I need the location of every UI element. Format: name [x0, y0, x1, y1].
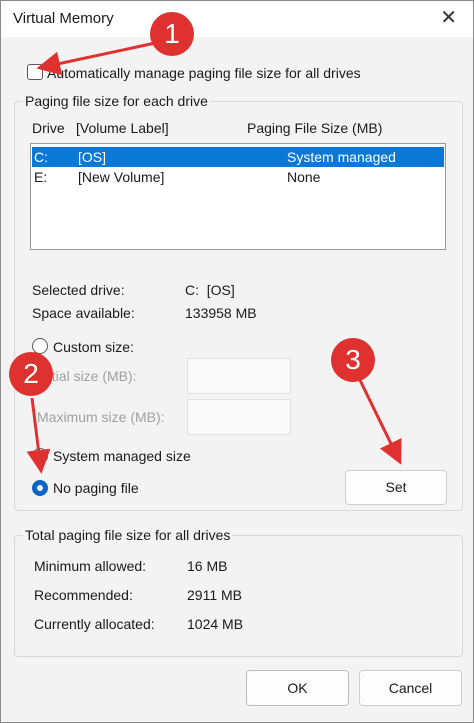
selected-drive-label: Selected drive: — [32, 282, 125, 298]
currently-allocated-label: Currently allocated: — [34, 616, 155, 632]
initial-size-input[interactable] — [187, 358, 291, 394]
step-1-badge: 1 — [150, 12, 194, 56]
drives-list[interactable]: C: [OS] System managed E: [New Volume] N… — [30, 143, 446, 250]
col-paging-size-header: Paging File Size (MB) — [247, 120, 383, 136]
close-icon[interactable]: ✕ — [440, 5, 457, 30]
custom-size-label[interactable]: Custom size: — [53, 339, 134, 355]
window-title: Virtual Memory — [13, 10, 114, 27]
system-managed-radio[interactable] — [32, 448, 48, 464]
set-button[interactable]: Set — [345, 470, 447, 505]
auto-manage-checkbox[interactable] — [27, 64, 43, 80]
step-3-badge: 3 — [331, 338, 375, 382]
virtual-memory-dialog: Virtual Memory ✕ Automatically manage pa… — [0, 0, 474, 723]
no-paging-file-label[interactable]: No paging file — [53, 480, 139, 496]
maximum-size-label: Maximum size (MB): — [37, 409, 165, 425]
auto-manage-label[interactable]: Automatically manage paging file size fo… — [47, 65, 361, 81]
drive-volume-label: [OS] — [78, 149, 107, 165]
recommended-value: 2911 MB — [187, 587, 242, 603]
ok-button[interactable]: OK — [246, 670, 349, 706]
drive-volume-label: [New Volume] — [78, 169, 165, 185]
drive-row-c[interactable]: C: [OS] System managed — [32, 147, 444, 167]
totals-group-title: Total paging file size for all drives — [23, 527, 233, 543]
col-volume-label-header: [Volume Label] — [76, 120, 169, 136]
cancel-button[interactable]: Cancel — [359, 670, 462, 706]
drive-letter: E: — [34, 169, 48, 185]
title-bar: Virtual Memory ✕ — [1, 1, 473, 37]
no-paging-file-radio[interactable] — [32, 480, 48, 496]
maximum-size-input[interactable] — [187, 399, 291, 435]
drive-paging-size: System managed — [287, 149, 396, 165]
selected-drive-value: C: [OS] — [185, 282, 235, 298]
drive-letter: C: — [34, 149, 48, 165]
col-drive-header: Drive — [32, 120, 65, 136]
space-available-value: 133958 MB — [185, 305, 257, 321]
drive-row-e[interactable]: E: [New Volume] None — [32, 167, 444, 187]
recommended-label: Recommended: — [34, 587, 133, 603]
drives-group-title: Paging file size for each drive — [23, 93, 210, 109]
space-available-label: Space available: — [32, 305, 135, 321]
system-managed-label[interactable]: System managed size — [53, 448, 191, 464]
step-2-badge: 2 — [9, 352, 53, 396]
currently-allocated-value: 1024 MB — [187, 616, 244, 632]
drive-paging-size: None — [287, 169, 321, 185]
minimum-allowed-value: 16 MB — [187, 558, 228, 574]
minimum-allowed-label: Minimum allowed: — [34, 558, 147, 574]
